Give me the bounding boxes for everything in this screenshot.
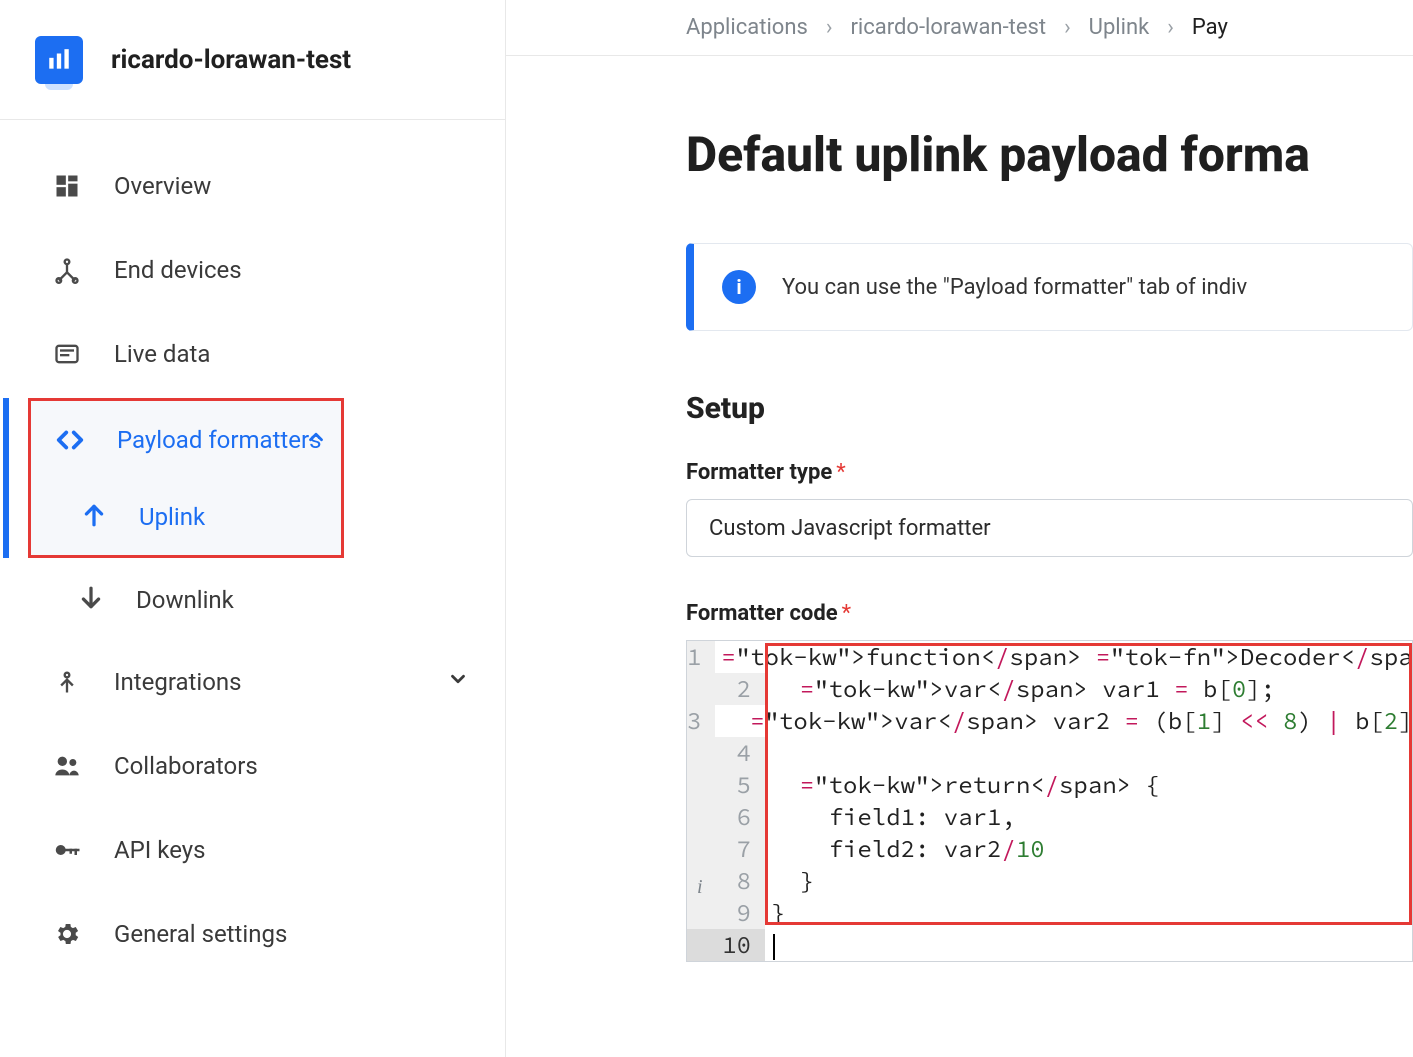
sidebar-group-payload-formatters-highlight: Payload formatters Uplink: [28, 398, 344, 558]
sidebar-item-label: Integrations: [114, 668, 242, 696]
sidebar-item-label: Uplink: [139, 503, 205, 531]
code-cursor: [773, 934, 775, 960]
code-content: }: [765, 897, 785, 929]
breadcrumb: Applications › ricardo-lorawan-test › Up…: [506, 0, 1413, 56]
sidebar-item-label: Payload formatters: [117, 426, 322, 454]
api-keys-icon: [50, 833, 84, 867]
code-gutter: 7: [687, 833, 765, 865]
code-line[interactable]: 10: [687, 929, 1412, 961]
code-gutter: 3: [687, 705, 715, 737]
sidebar: ricardo-lorawan-test Overview End device…: [0, 0, 506, 1057]
code-gutter: 9: [687, 897, 765, 929]
required-indicator: *: [842, 601, 851, 626]
arrow-up-icon: [81, 502, 111, 532]
code-line[interactable]: 1="tok-kw">function</span> ="tok-fn">Dec…: [687, 641, 1412, 673]
code-gutter: 2: [687, 673, 765, 705]
code-icon: [53, 423, 87, 457]
chevron-up-icon: [305, 426, 327, 454]
code-content: ="tok-kw">var</span> var2 = (b[1] << 8) …: [715, 705, 1413, 737]
sidebar-subitem-uplink[interactable]: Uplink: [31, 479, 341, 555]
code-gutter: 5: [687, 769, 765, 801]
formatter-type-label: Formatter type*: [506, 426, 1413, 485]
live-data-icon: [50, 337, 84, 371]
formatter-type-select[interactable]: Custom Javascript formatter: [686, 499, 1413, 557]
sidebar-item-label: End devices: [114, 256, 242, 284]
chevron-down-icon: [447, 668, 469, 696]
breadcrumb-applications[interactable]: Applications: [686, 15, 808, 40]
sidebar-item-payload-formatters[interactable]: Payload formatters: [31, 401, 341, 479]
sidebar-item-label: Collaborators: [114, 752, 258, 780]
sidebar-item-label: Live data: [114, 340, 210, 368]
sidebar-item-end-devices[interactable]: End devices: [0, 228, 505, 312]
sidebar-header: ricardo-lorawan-test: [0, 0, 505, 120]
formatter-code-editor[interactable]: 1="tok-kw">function</span> ="tok-fn">Dec…: [686, 640, 1413, 962]
app-logo-icon: [35, 36, 83, 84]
formatter-type-value: Custom Javascript formatter: [709, 516, 991, 541]
code-line[interactable]: 2 ="tok-kw">var</span> var1 = b[0];: [687, 673, 1412, 705]
code-gutter: 4: [687, 737, 765, 769]
end-devices-icon: [50, 253, 84, 287]
collaborators-icon: [50, 749, 84, 783]
sidebar-item-label: Downlink: [136, 586, 234, 614]
code-content: ="tok-kw">function</span> ="tok-fn">Deco…: [715, 641, 1413, 673]
code-line[interactable]: 5 ="tok-kw">return</span> {: [687, 769, 1412, 801]
sidebar-item-integrations[interactable]: Integrations: [0, 640, 505, 724]
code-gutter: 1: [687, 641, 715, 673]
code-content: [765, 929, 775, 961]
breadcrumb-current: Pay: [1192, 15, 1228, 40]
sidebar-item-label: Overview: [114, 172, 211, 200]
info-banner-text: You can use the "Payload formatter" tab …: [782, 275, 1247, 300]
gear-icon: [50, 917, 84, 951]
sidebar-item-live-data[interactable]: Live data: [0, 312, 505, 396]
chevron-right-icon: ›: [1167, 15, 1174, 40]
app-title: ricardo-lorawan-test: [111, 45, 351, 75]
overview-icon: [50, 169, 84, 203]
code-content: ="tok-kw">return</span> {: [765, 769, 1160, 801]
code-content: field1: var1,: [765, 801, 1016, 833]
code-line[interactable]: 6 field1: var1,: [687, 801, 1412, 833]
code-line[interactable]: 3 ="tok-kw">var</span> var2 = (b[1] << 8…: [687, 705, 1412, 737]
sidebar-subitem-downlink[interactable]: Downlink: [0, 560, 505, 640]
code-line[interactable]: 8i }: [687, 865, 1412, 897]
code-gutter: 10: [687, 929, 765, 961]
sidebar-nav: Overview End devices Live data Payload f…: [0, 120, 505, 976]
arrow-down-icon: [78, 585, 108, 615]
code-line[interactable]: 7 field2: var2/10: [687, 833, 1412, 865]
integrations-icon: [50, 665, 84, 699]
formatter-code-label: Formatter code*: [506, 557, 1413, 626]
code-line[interactable]: 9}: [687, 897, 1412, 929]
info-icon: i: [722, 270, 756, 304]
code-content: }: [765, 865, 814, 897]
breadcrumb-uplink[interactable]: Uplink: [1089, 15, 1150, 40]
code-content: [765, 737, 771, 769]
code-gutter: 6: [687, 801, 765, 833]
breadcrumb-app-name[interactable]: ricardo-lorawan-test: [850, 15, 1046, 40]
sidebar-item-label: General settings: [114, 920, 287, 948]
sidebar-item-overview[interactable]: Overview: [0, 144, 505, 228]
setup-heading: Setup: [506, 331, 1413, 426]
required-indicator: *: [836, 460, 845, 485]
chevron-right-icon: ›: [826, 15, 833, 40]
chevron-right-icon: ›: [1064, 15, 1071, 40]
code-gutter: 8i: [687, 865, 765, 897]
page-title: Default uplink payload forma: [506, 56, 1413, 183]
sidebar-item-api-keys[interactable]: API keys: [0, 808, 505, 892]
code-content: ="tok-kw">var</span> var1 = b[0];: [765, 673, 1275, 705]
sidebar-item-general-settings[interactable]: General settings: [0, 892, 505, 976]
sidebar-item-collaborators[interactable]: Collaborators: [0, 724, 505, 808]
code-content: field2: var2/10: [765, 833, 1045, 865]
sidebar-item-label: API keys: [114, 836, 206, 864]
info-banner: i You can use the "Payload formatter" ta…: [686, 243, 1413, 331]
main-content: Applications › ricardo-lorawan-test › Up…: [506, 0, 1413, 1057]
code-line[interactable]: 4: [687, 737, 1412, 769]
